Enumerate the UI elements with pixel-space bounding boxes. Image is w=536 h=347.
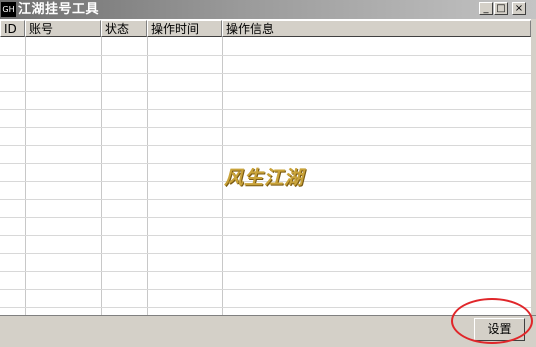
row-divider: [0, 109, 531, 110]
row-divider: [0, 145, 531, 146]
column-header-account[interactable]: 账号: [25, 20, 101, 37]
minimize-button[interactable]: _: [479, 2, 493, 15]
row-divider: [0, 127, 531, 128]
maximize-button[interactable]: □: [494, 2, 508, 15]
row-divider: [0, 55, 531, 56]
column-divider: [101, 37, 102, 315]
column-divider: [222, 37, 223, 315]
title-bar[interactable]: GH 江湖挂号工具 _ □ ×: [0, 0, 536, 19]
window-title: 江湖挂号工具: [18, 2, 100, 17]
column-divider: [147, 37, 148, 315]
window-border: [531, 19, 536, 315]
row-divider: [0, 199, 531, 200]
row-divider: [0, 271, 531, 272]
app-icon: GH: [1, 2, 16, 17]
row-divider: [0, 235, 531, 236]
row-divider: [0, 217, 531, 218]
row-divider: [0, 289, 531, 290]
row-divider: [0, 307, 531, 308]
row-divider: [0, 91, 531, 92]
row-divider: [0, 73, 531, 74]
highlight-annotation: [451, 298, 533, 344]
column-header-status[interactable]: 状态: [101, 20, 147, 37]
account-list[interactable]: ID 账号 状态 操作时间 操作信息 风生江湖: [0, 19, 532, 315]
row-divider: [0, 253, 531, 254]
column-header-time[interactable]: 操作时间: [147, 20, 222, 37]
watermark-text: 风生江湖: [224, 167, 305, 189]
column-header-id[interactable]: ID: [0, 20, 25, 37]
list-header: ID 账号 状态 操作时间 操作信息: [0, 20, 531, 38]
column-header-info[interactable]: 操作信息: [222, 20, 531, 37]
column-divider: [25, 37, 26, 315]
close-button[interactable]: ×: [512, 2, 526, 15]
